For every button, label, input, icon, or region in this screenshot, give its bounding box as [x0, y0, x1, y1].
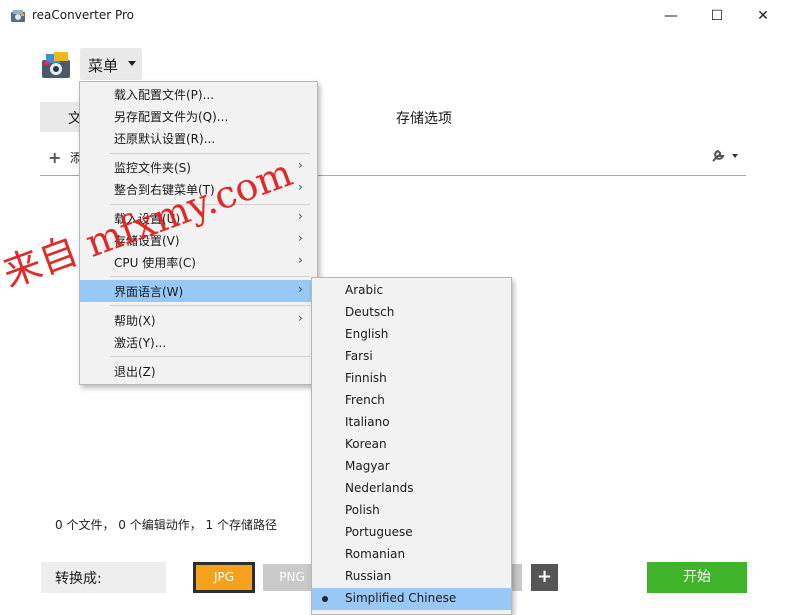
chevron-right-icon: ›	[298, 158, 303, 172]
app-icon	[11, 10, 25, 22]
menu-separator	[110, 356, 310, 357]
status-summary: 0 个文件， 0 个编辑动作， 1 个存储路径	[55, 518, 277, 532]
language-item-label: Italiano	[345, 415, 390, 429]
format-jpg-label: JPG	[196, 565, 252, 590]
chevron-right-icon: ›	[298, 253, 303, 267]
menu-item-load-profile[interactable]: 载入配置文件(P)...	[80, 83, 317, 105]
add-format-button[interactable]: +	[531, 564, 558, 591]
language-item-russian[interactable]: Russian	[312, 566, 511, 588]
language-item-french[interactable]: French	[312, 390, 511, 412]
window-title: reaConverter Pro	[32, 8, 135, 22]
caret-down-icon	[128, 61, 136, 66]
close-button[interactable]: ✕	[740, 0, 786, 32]
chevron-right-icon: ›	[298, 180, 303, 194]
language-item-arabic[interactable]: Arabic	[312, 280, 511, 302]
language-item-portuguese[interactable]: Portuguese	[312, 522, 511, 544]
menu-item-label: 退出(Z)	[114, 365, 156, 379]
chevron-right-icon: ›	[298, 282, 303, 296]
language-item-label: Farsi	[345, 349, 373, 363]
menu-item-label: 监控文件夹(S)	[114, 161, 191, 175]
selected-bullet-icon	[322, 596, 328, 602]
language-submenu: Arabic Deutsch English Farsi Finnish Fre…	[311, 277, 512, 615]
tab-storage-options[interactable]: 存储选项	[396, 108, 452, 128]
add-icon[interactable]: +	[48, 148, 61, 167]
menu-item-label: 载入配置文件(P)...	[114, 88, 215, 102]
language-item-finnish[interactable]: Finnish	[312, 368, 511, 390]
language-item-magyar[interactable]: Magyar	[312, 456, 511, 478]
language-item-korean[interactable]: Korean	[312, 434, 511, 456]
menu-separator	[110, 276, 310, 277]
language-item-italiano[interactable]: Italiano	[312, 412, 511, 434]
language-item-label: Simplified Chinese	[345, 591, 457, 605]
format-jpg-button[interactable]: JPG	[193, 562, 255, 593]
app-logo-icon	[42, 52, 70, 78]
language-item-romanian[interactable]: Romanian	[312, 544, 511, 566]
language-item-label: Arabic	[345, 283, 384, 297]
language-item-label: Finnish	[345, 371, 387, 385]
language-item-english[interactable]: English	[312, 324, 511, 346]
menu-item-help[interactable]: 帮助(X) ›	[80, 309, 317, 331]
menu-button[interactable]: 菜单	[80, 48, 142, 80]
language-item-label: Russian	[345, 569, 392, 583]
language-item-simplified-chinese[interactable]: Simplified Chinese	[312, 588, 511, 610]
minimize-button[interactable]: —	[648, 0, 694, 32]
title-bar: reaConverter Pro — ☐ ✕	[0, 0, 786, 32]
language-item-nederlands[interactable]: Nederlands	[312, 478, 511, 500]
start-button[interactable]: 开始	[647, 562, 747, 593]
menu-separator	[110, 305, 310, 306]
language-item-label: English	[345, 327, 389, 341]
menu-item-label: 另存配置文件为(Q)...	[114, 110, 229, 124]
chevron-right-icon: ›	[298, 209, 303, 223]
language-item-polish[interactable]: Polish	[312, 500, 511, 522]
chevron-right-icon: ›	[298, 231, 303, 245]
convert-to-label: 转换成:	[55, 571, 102, 587]
convert-to-box: 转换成:	[41, 562, 166, 593]
language-item-farsi[interactable]: Farsi	[312, 346, 511, 368]
menu-item-label: 激活(Y)...	[114, 336, 167, 350]
wrench-icon[interactable]	[710, 148, 740, 164]
menu-item-save-profile-as[interactable]: 另存配置文件为(Q)...	[80, 105, 317, 127]
language-item-deutsch[interactable]: Deutsch	[312, 302, 511, 324]
menu-item-interface-language[interactable]: 界面语言(W) ›	[80, 280, 317, 302]
menu-item-label: CPU 使用率(C)	[114, 256, 196, 270]
menu-button-label: 菜单	[88, 57, 119, 75]
language-item-label: Deutsch	[345, 305, 395, 319]
language-item-label: French	[345, 393, 385, 407]
language-item-label: Nederlands	[345, 481, 414, 495]
maximize-button[interactable]: ☐	[694, 0, 740, 32]
menu-item-label: 还原默认设置(R)...	[114, 132, 216, 146]
language-item-label: Magyar	[345, 459, 390, 473]
menu-item-label: 界面语言(W)	[114, 285, 184, 299]
language-item-label: Polish	[345, 503, 380, 517]
chevron-right-icon: ›	[298, 311, 303, 325]
language-item-label: Portuguese	[345, 525, 413, 539]
language-item-label: Romanian	[345, 547, 406, 561]
menu-item-label: 帮助(X)	[114, 314, 156, 328]
menu-item-exit[interactable]: 退出(Z)	[80, 360, 317, 382]
language-item-label: Korean	[345, 437, 387, 451]
menu-item-activate[interactable]: 激活(Y)...	[80, 331, 317, 353]
tab-files[interactable]: 文	[40, 102, 82, 132]
